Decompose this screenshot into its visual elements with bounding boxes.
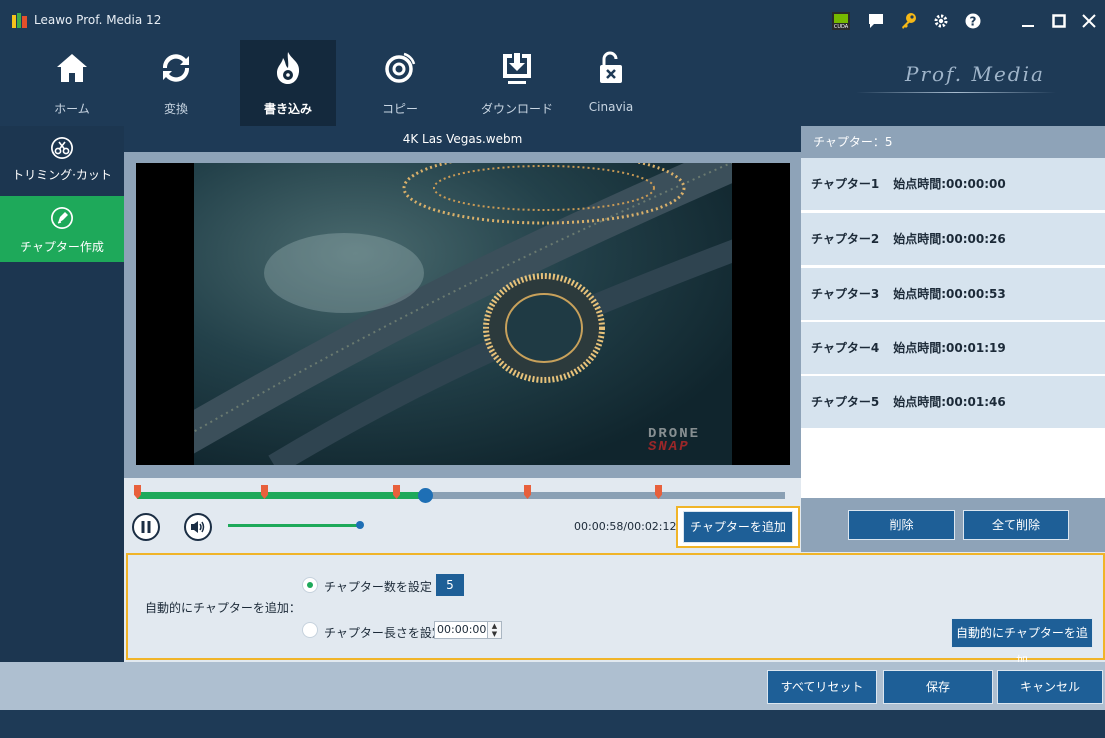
tab-burn[interactable]: 書き込み <box>240 40 336 126</box>
title-bar: Leawo Prof. Media 12 CUDA ? <box>0 0 1105 40</box>
auto-chapter-label: 自動的にチャプターを追加： <box>145 601 301 615</box>
tab-copy[interactable]: コピー <box>352 40 448 126</box>
video-watermark: DRONE SNAP <box>648 426 701 455</box>
chapter-row[interactable]: チャプター1 始点時間:00:00:00 <box>801 158 1105 211</box>
volume-slider[interactable] <box>228 524 360 527</box>
scissors-icon <box>51 137 73 159</box>
maximize-icon[interactable] <box>1049 11 1069 31</box>
tab-cinavia-label: Cinavia <box>588 100 634 114</box>
tab-home-label: ホーム <box>54 102 90 116</box>
brand-underline <box>856 92 1056 93</box>
sidebar-item-trim-label: トリミング·カット <box>12 168 112 182</box>
timeline-progress <box>137 492 425 499</box>
convert-icon <box>162 54 190 82</box>
chapter-count-input[interactable]: 5 <box>436 574 464 596</box>
video-preview[interactable] <box>136 163 790 465</box>
status-bar <box>0 710 1105 738</box>
tab-download-label: ダウンロード <box>480 102 553 116</box>
home-icon <box>57 54 87 82</box>
tab-download[interactable]: ダウンロード <box>469 40 565 126</box>
volume-handle[interactable] <box>356 521 364 529</box>
timeline-handle[interactable] <box>418 488 433 503</box>
chapter-row[interactable]: チャプター4 始点時間:00:01:19 <box>801 322 1105 375</box>
chapter-row[interactable]: チャプター3 始点時間:00:00:53 <box>801 268 1105 321</box>
reset-all-button[interactable]: すべてリセット <box>767 670 877 704</box>
unlock-icon <box>600 51 622 83</box>
tab-copy-label: コピー <box>381 102 418 116</box>
pause-button[interactable] <box>132 513 160 541</box>
download-icon <box>503 53 531 84</box>
chapter-row[interactable]: チャプター2 始点時間:00:00:26 <box>801 213 1105 266</box>
main-toolbar: ホーム 変換 書き込み コピー ダウンロード Cinavia Prof. Med… <box>0 40 1105 126</box>
length-spinner[interactable]: ▲ ▼ <box>487 622 501 638</box>
burn-icon <box>277 52 300 84</box>
delete-button[interactable]: 削除 <box>848 510 955 540</box>
tab-convert-label: 変換 <box>163 102 188 116</box>
svg-text:?: ? <box>970 15 977 29</box>
tab-burn-label: 書き込み <box>263 102 312 116</box>
save-button[interactable]: 保存 <box>883 670 993 704</box>
minimize-icon[interactable] <box>1018 11 1038 31</box>
sidebar-item-chapter[interactable]: チャプター作成 <box>0 196 124 262</box>
feedback-icon[interactable] <box>866 11 886 31</box>
length-option-label: チャプター長さを設定 <box>324 626 444 640</box>
tab-home[interactable]: ホーム <box>24 40 120 126</box>
video-filename: 4K Las Vegas.webm <box>124 126 801 152</box>
chapter-list: チャプター1 始点時間:00:00:00 チャプター2 始点時間:00:00:26 … <box>801 158 1105 498</box>
chapter-row[interactable]: チャプター5 始点時間:00:01:46 <box>801 376 1105 429</box>
help-icon[interactable]: ? <box>963 11 983 31</box>
time-display: 00:00:58/00:02:12 <box>574 520 677 533</box>
delete-all-button[interactable]: 全て削除 <box>963 510 1069 540</box>
auto-add-chapter-button[interactable]: 自動的にチャプターを追加 <box>951 618 1093 668</box>
sidebar-item-trim[interactable]: トリミング·カット <box>0 126 124 192</box>
copy-disc-icon <box>385 52 416 83</box>
brand-logo: Prof. Media <box>905 62 1045 86</box>
tab-convert[interactable]: 変換 <box>128 40 224 126</box>
volume-button[interactable] <box>184 513 212 541</box>
sidebar-item-chapter-label: チャプター作成 <box>20 240 104 254</box>
video-image <box>164 163 762 465</box>
app-title: Leawo Prof. Media 12 <box>34 13 162 27</box>
length-radio[interactable] <box>302 622 318 638</box>
chapter-count-header: チャプター：5 <box>801 126 1105 158</box>
close-icon[interactable] <box>1079 11 1099 31</box>
count-radio[interactable] <box>302 577 318 593</box>
pause-icon <box>141 521 151 533</box>
leawo-logo-icon <box>12 13 27 28</box>
cuda-icon[interactable]: CUDA <box>831 11 851 31</box>
tab-cinavia[interactable]: Cinavia <box>563 40 659 126</box>
sidebar: トリミング·カット チャプター作成 <box>0 126 124 662</box>
settings-icon[interactable] <box>931 11 951 31</box>
add-chapter-button[interactable]: チャプターを追加 <box>683 511 793 543</box>
speaker-icon <box>191 521 205 533</box>
cancel-button[interactable]: キャンセル <box>997 670 1103 704</box>
key-icon[interactable] <box>899 11 919 31</box>
count-option-label: チャプター数を設定 <box>324 580 432 594</box>
chapter-icon <box>51 207 73 229</box>
svg-text:CUDA: CUDA <box>834 24 849 30</box>
